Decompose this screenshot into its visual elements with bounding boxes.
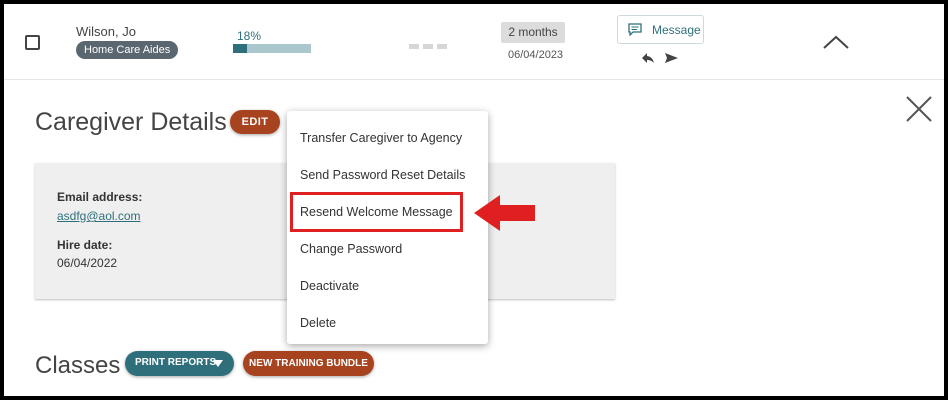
caret-down-icon [213,360,223,367]
reply-icon[interactable] [641,52,655,64]
progress-bar [233,44,311,53]
details-title: Caregiver Details [35,108,227,136]
menu-item-change-password[interactable]: Change Password [287,232,488,266]
row-checkbox[interactable] [25,35,40,50]
hire-date-value: 06/04/2022 [57,256,118,270]
menu-item-transfer[interactable]: Transfer Caregiver to Agency [287,121,488,155]
caregiver-name: Wilson, Jo [76,24,136,39]
role-badge: Home Care Aides [76,41,179,59]
hire-date-label: Hire date: [57,238,113,252]
new-training-bundle-button[interactable]: NEW TRAINING BUNDLE [243,351,374,376]
message-button[interactable]: Message [617,15,704,44]
dash [423,44,433,49]
send-icon[interactable] [664,52,679,64]
dash [437,44,447,49]
progress-bar-fill [233,44,248,53]
placeholder-dashes [409,44,449,50]
print-reports-button[interactable]: PRINT REPORTS [125,351,234,376]
duration-badge: 2 months [501,22,565,43]
menu-item-delete[interactable]: Delete [287,306,488,340]
edit-button[interactable]: EDIT [230,110,280,134]
message-button-label: Message [652,23,701,37]
app-frame: Wilson, Jo Home Care Aides 18% 2 months … [4,4,944,396]
classes-title: Classes [35,352,121,379]
email-link[interactable]: asdfg@aol.com [57,209,141,223]
message-icon [628,23,642,36]
highlight-box [290,192,463,232]
dash [409,44,419,49]
print-reports-label: PRINT REPORTS [135,357,217,368]
email-label: Email address: [57,190,143,204]
caregiver-row[interactable]: Wilson, Jo Home Care Aides 18% 2 months … [4,4,944,80]
row-date: 06/04/2023 [508,49,564,61]
menu-item-deactivate[interactable]: Deactivate [287,269,488,303]
close-icon[interactable] [904,94,934,124]
menu-item-send-password-reset[interactable]: Send Password Reset Details [287,158,488,192]
progress-percent: 18% [237,29,262,43]
chevron-up-icon[interactable] [822,34,850,50]
pointer-arrow-icon [474,195,535,231]
